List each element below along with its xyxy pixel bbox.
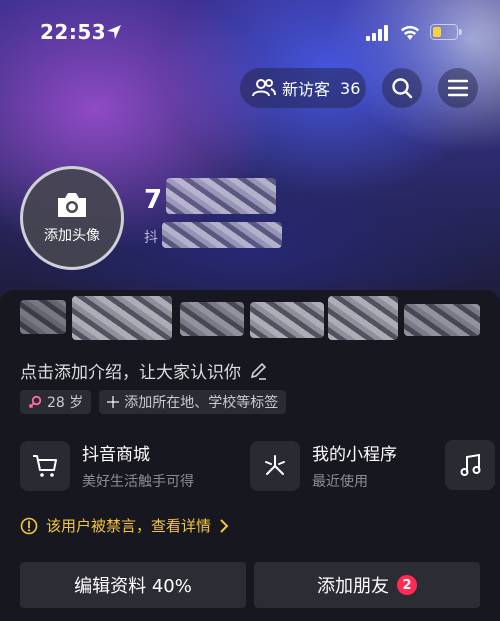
shortcut-subtitle: 最近使用 — [312, 474, 368, 490]
menu-button[interactable] — [438, 68, 478, 108]
add-friend-button[interactable]: 添加朋友 2 — [254, 562, 480, 608]
redacted-area — [404, 304, 480, 336]
status-bar: 22:53 — [0, 0, 500, 64]
avatar-label: 添加头像 — [44, 228, 100, 244]
shortcut-douyin-mall[interactable]: 抖音商城 美好生活触手可得 — [20, 440, 194, 491]
redacted-area — [162, 222, 282, 248]
add-friend-badge: 2 — [397, 575, 417, 595]
plus-icon — [107, 396, 120, 408]
profile-name: 7 — [144, 185, 163, 215]
visitors-label: 新访客 — [282, 80, 331, 99]
shortcut-title: 我的小程序 — [312, 445, 397, 465]
shortcut-mini-programs[interactable]: 我的小程序 最近使用 — [250, 440, 397, 491]
age-tag[interactable]: 28 岁 — [20, 390, 92, 414]
shortcut-icon-box — [250, 440, 300, 491]
redacted-area — [20, 300, 66, 334]
cellular-signal-icon — [366, 25, 388, 41]
search-icon — [392, 78, 413, 99]
edit-profile-label: 编辑资料 40% — [74, 576, 192, 597]
add-tags-button[interactable]: 添加所在地、学校等标签 — [99, 390, 287, 414]
wifi-icon — [401, 25, 419, 40]
redacted-area — [166, 178, 276, 214]
chevron-right-icon — [220, 518, 229, 533]
bio-placeholder: 点击添加介绍，让大家认识你 — [20, 363, 241, 383]
edit-profile-button[interactable]: 编辑资料 40% — [20, 562, 246, 608]
visitors-count: 36 — [340, 78, 361, 98]
visitors-icon — [252, 79, 276, 97]
profile-id: 抖 — [144, 230, 158, 246]
age-label: 28 岁 — [47, 395, 84, 411]
redacted-area — [250, 302, 324, 338]
search-button[interactable] — [382, 68, 422, 108]
shortcut-icon-box — [20, 440, 70, 491]
muted-warning-link[interactable]: 该用户被禁言，查看详情 — [20, 515, 229, 536]
shortcut-icon-box — [445, 440, 495, 490]
redacted-area — [180, 302, 244, 336]
battery-icon — [430, 24, 462, 40]
profile-tags: 28 岁 添加所在地、学校等标签 — [20, 390, 287, 414]
hamburger-menu-icon — [448, 79, 468, 97]
redacted-area — [72, 296, 172, 340]
camera-icon — [58, 193, 86, 217]
location-arrow-icon — [107, 25, 121, 39]
shortcut-title: 抖音商城 — [82, 445, 150, 465]
status-time: 22:53 — [40, 20, 107, 44]
redacted-area — [328, 296, 398, 340]
female-icon — [28, 395, 42, 409]
mini-program-icon — [265, 454, 285, 475]
bio-field[interactable]: 点击添加介绍，让大家认识你 — [20, 358, 267, 383]
warning-circle-icon — [20, 517, 38, 534]
music-icon — [460, 453, 481, 476]
new-visitors-button[interactable]: 新访客 36 — [240, 68, 366, 108]
add-friend-label: 添加朋友 — [317, 576, 389, 597]
warning-text: 该用户被禁言，查看详情 — [46, 517, 212, 535]
pencil-icon — [250, 362, 267, 380]
add-avatar-button[interactable]: 添加头像 — [20, 166, 124, 270]
cart-icon — [33, 454, 57, 477]
add-tags-label: 添加所在地、学校等标签 — [124, 395, 279, 411]
shortcut-subtitle: 美好生活触手可得 — [82, 474, 194, 490]
shortcut-music[interactable] — [445, 440, 495, 490]
